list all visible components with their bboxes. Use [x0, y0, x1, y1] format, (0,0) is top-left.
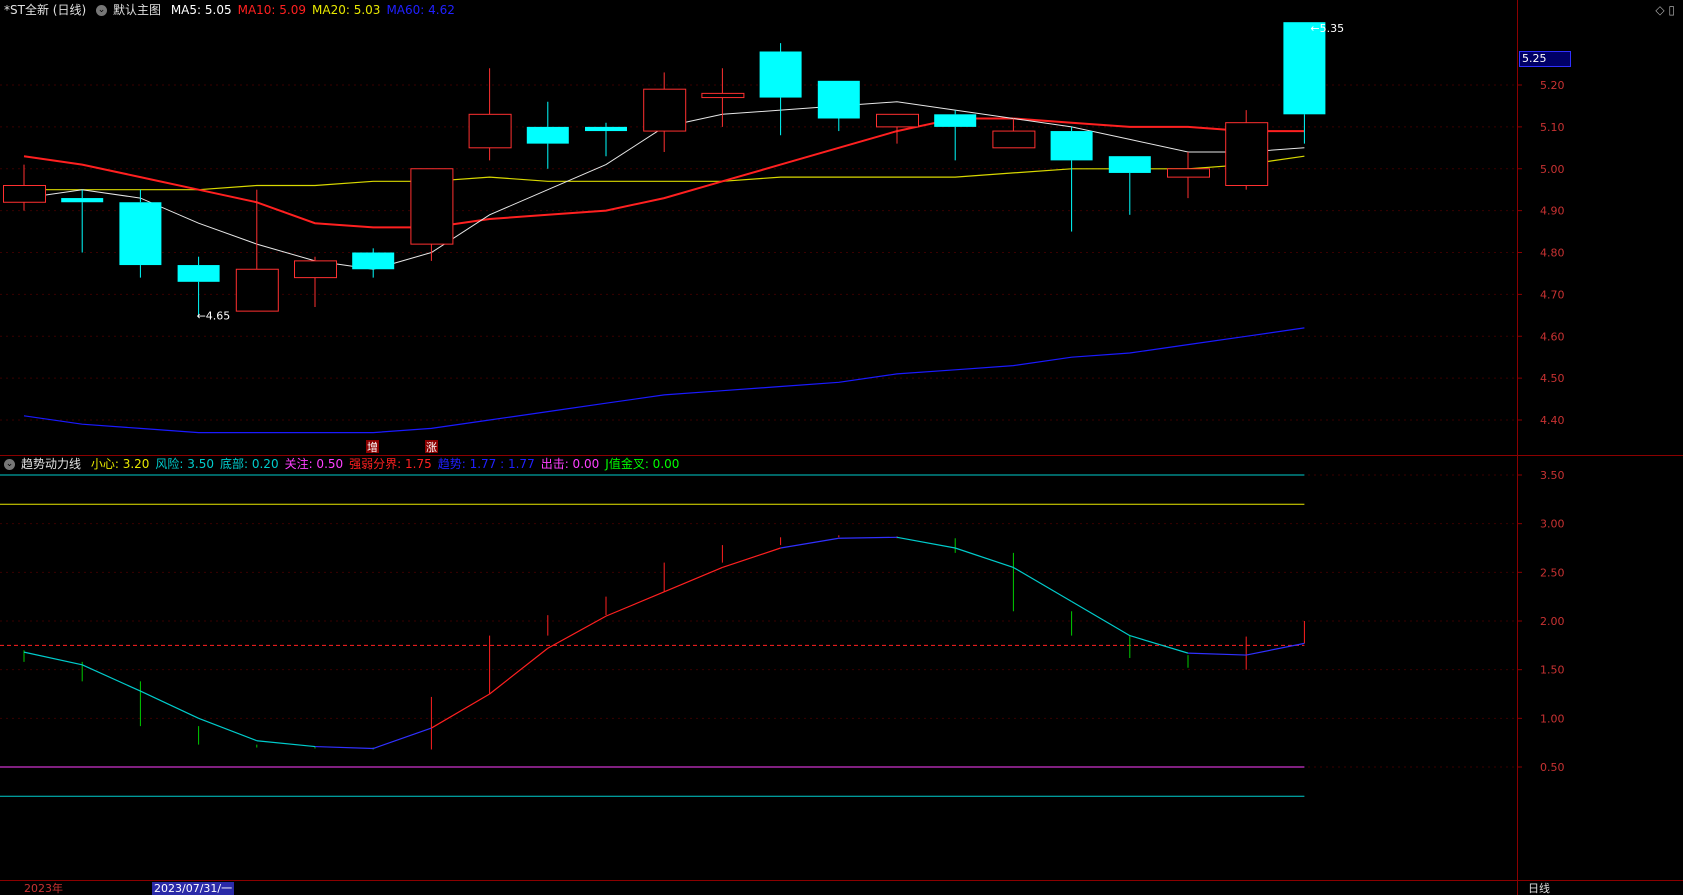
- ma60-line: [23, 327, 1305, 434]
- candle-body-down: [352, 252, 395, 270]
- trend-segment: [663, 566, 723, 593]
- candle-body-down: [1108, 156, 1151, 173]
- signal-badge-label: 增: [367, 440, 378, 454]
- candle-body-up: [876, 113, 919, 128]
- candle-body-down: [817, 80, 860, 119]
- candle-body-up: [3, 185, 46, 203]
- candle-body-down: [934, 114, 977, 127]
- trend-segment: [198, 717, 258, 742]
- candle-body-up: [235, 268, 279, 312]
- period-label[interactable]: 日线: [1528, 882, 1550, 895]
- trend-segment: [722, 547, 781, 569]
- year-label: 2023年: [24, 882, 63, 895]
- candle-body-up: [1167, 168, 1210, 178]
- trend-segment: [256, 740, 316, 748]
- candle-body-down: [1283, 22, 1326, 115]
- low-marker: ←4.65: [197, 309, 231, 322]
- candle-body-down: [119, 202, 162, 266]
- signal-badge-label: 涨: [426, 441, 437, 454]
- indicator-tick-label: 0.50: [1540, 761, 1565, 774]
- chart-canvas[interactable]: 5.20 5.10 5.00 4.90 4.80 4.70 4.60 4.50 4.40 3.50…: [0, 0, 1683, 895]
- candle-body-down: [585, 126, 627, 132]
- price-tick-label: 4.90: [1540, 205, 1565, 218]
- candle-body-up: [294, 260, 337, 279]
- trend-segment: [140, 690, 199, 719]
- trend-segment: [896, 536, 956, 549]
- price-tick-label: 5.00: [1540, 163, 1565, 176]
- candle-body-up: [468, 113, 512, 149]
- price-tick-label: 5.20: [1540, 79, 1565, 92]
- candle-body-up: [701, 92, 745, 99]
- indicator-tick-label: 1.00: [1540, 712, 1565, 725]
- indicator-tick-label: 1.50: [1540, 664, 1565, 677]
- trend-segment: [1071, 601, 1131, 637]
- price-tick-label: 4.80: [1540, 247, 1565, 260]
- trend-segment: [605, 591, 665, 617]
- candle-body-down: [1050, 131, 1093, 161]
- candle-body-down: [177, 265, 220, 282]
- price-tick-label: 4.70: [1540, 288, 1565, 301]
- trend-segment: [431, 693, 490, 729]
- cursor-date: 2023/07/31/一: [152, 882, 235, 895]
- candle-body-down: [759, 51, 802, 98]
- candle-body-up: [643, 88, 687, 132]
- trend-segment: [1129, 635, 1189, 654]
- candle-body-up: [992, 130, 1036, 149]
- trend-segment: [314, 745, 374, 750]
- indicator-tick-label: 3.50: [1540, 469, 1565, 482]
- trend-segment: [489, 647, 549, 695]
- trend-segment: [23, 651, 83, 666]
- trend-segment: [1187, 652, 1247, 656]
- price-tick-label: 4.60: [1540, 330, 1565, 343]
- candle-body-up: [410, 168, 454, 245]
- trend-segment: [780, 537, 839, 549]
- indicator-tick-label: 3.00: [1540, 518, 1565, 531]
- indicator-tick-label: 2.50: [1540, 566, 1565, 579]
- candle-body-down: [61, 198, 104, 203]
- price-tick-label: 4.50: [1540, 372, 1565, 385]
- trend-segment: [373, 727, 432, 750]
- trend-segment: [955, 547, 1014, 569]
- trend-segment: [81, 664, 141, 692]
- candle-body-down: [526, 126, 569, 144]
- price-tick-label: 5.10: [1540, 121, 1565, 134]
- candle-body-up: [1225, 122, 1269, 186]
- trend-segment: [838, 536, 898, 539]
- indicator-tick-label: 2.00: [1540, 615, 1565, 628]
- high-marker: ←5.35: [1310, 22, 1344, 35]
- price-tick-label: 4.40: [1540, 414, 1565, 427]
